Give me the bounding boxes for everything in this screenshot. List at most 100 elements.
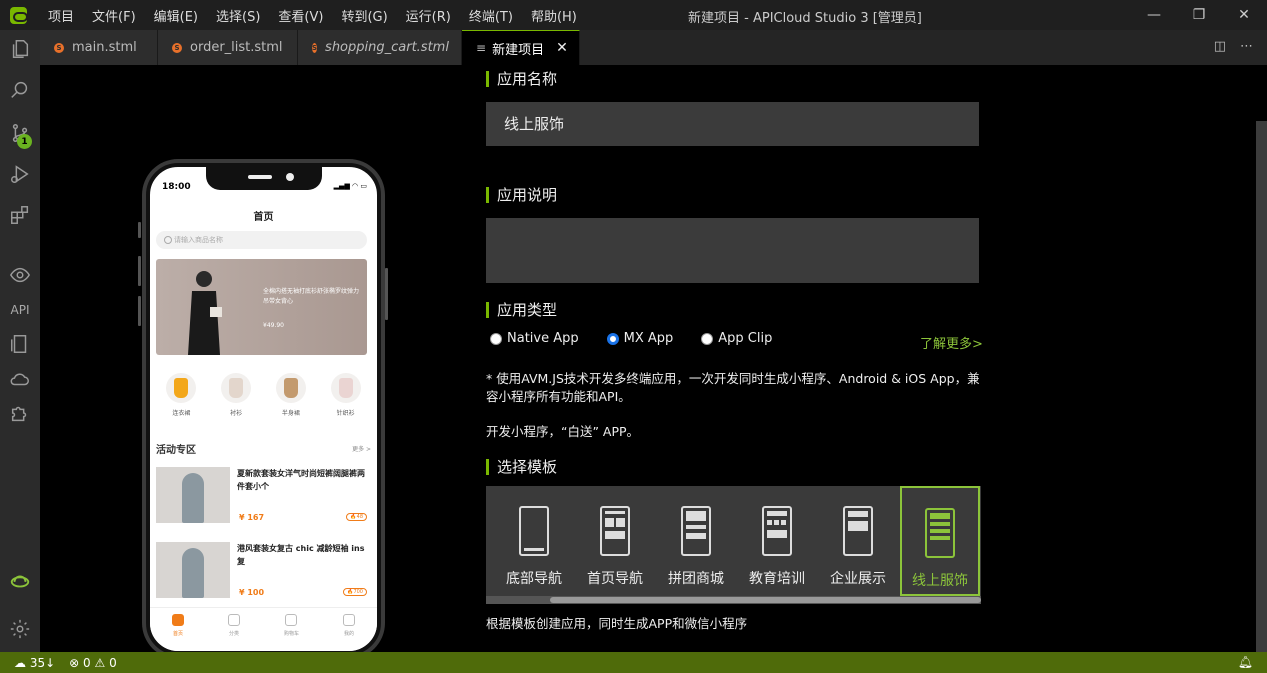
scrollbar-thumb[interactable] [550, 597, 981, 603]
user-icon [342, 614, 355, 626]
menu-project[interactable]: 项目 [39, 6, 83, 25]
banner-text: 全棉内搭无袖打底衫舒张椭罗纹弹力吊带女背心 [263, 288, 360, 305]
close-window-button[interactable]: ✕ [1221, 0, 1267, 30]
template-education-icon [762, 506, 792, 556]
template-note: 根据模板创建应用，同时生成APP和微信小程序 [486, 616, 748, 631]
api-icon[interactable]: API [0, 293, 40, 327]
app-name-label: 应用名称 [486, 71, 557, 87]
product-tag: 🔥700 [343, 588, 367, 596]
app-desc-textarea[interactable] [486, 218, 979, 283]
radio-app-clip[interactable]: App Clip [701, 331, 772, 346]
phone-product-item[interactable]: 夏新款套装女洋气时尚短裤阔腿裤两件套小个 ¥ 167 🔥48 [156, 467, 367, 531]
menu-help[interactable]: 帮助(H) [522, 6, 586, 25]
phone-volume-up [138, 256, 141, 286]
plugin-icon[interactable] [0, 396, 40, 430]
notifications-bell-icon[interactable]: 🔔︎ [1238, 655, 1253, 669]
documents-icon[interactable] [0, 327, 40, 361]
menu-run[interactable]: 运行(R) [397, 6, 460, 25]
minimize-button[interactable]: — [1131, 0, 1177, 30]
learn-more-link[interactable]: 了解更多> [920, 333, 983, 352]
template-group-buy[interactable]: 拼团商城 [656, 486, 736, 596]
category-item[interactable]: 针织衫 [324, 373, 368, 417]
preview-icon: ≡ [476, 41, 487, 55]
tab-new-project[interactable]: ≡ 新建项目 ✕ [462, 30, 580, 65]
radio-native-app[interactable]: Native App [490, 331, 579, 346]
phone-status-icons: ▂▄▆ ◠ ▭ [333, 182, 367, 190]
tab-order-list-stml[interactable]: S order_list.stml [158, 30, 298, 65]
sync-status[interactable]: ☁ 35↓ [14, 656, 55, 670]
restore-button[interactable]: ❐ [1176, 0, 1222, 30]
settings-gear-icon[interactable] [0, 612, 40, 646]
product-price: ¥ 100 [239, 588, 265, 597]
category-item[interactable]: 半身裙 [269, 373, 313, 417]
source-control-icon[interactable]: 1 [0, 116, 40, 150]
template-horizontal-scrollbar[interactable] [486, 596, 981, 604]
template-enterprise-icon [843, 506, 873, 556]
menu-file[interactable]: 文件(F) [83, 6, 145, 25]
split-editor-icon[interactable]: ◫ [1214, 39, 1226, 54]
phone-tab-home[interactable]: 首页 [171, 614, 184, 651]
grid-icon [227, 614, 240, 626]
product-title: 港风套装女复古 chic 减龄短袖 ins复 [237, 544, 365, 566]
explorer-icon[interactable] [0, 32, 40, 66]
app-type-note: * 使用AVM.JS技术开发多终端应用，一次开发同时生成小程序、Android … [486, 371, 980, 404]
source-control-badge: 1 [17, 134, 32, 149]
app-desc-label: 应用说明 [486, 187, 557, 203]
preview-eye-icon[interactable] [0, 258, 40, 292]
cloud-icon[interactable] [0, 362, 40, 396]
menu-view[interactable]: 查看(V) [269, 6, 332, 25]
template-home-nav[interactable]: 首页导航 [575, 486, 655, 596]
phone-tab-cart[interactable]: 购物车 [284, 614, 299, 651]
menu-edit[interactable]: 编辑(E) [145, 6, 207, 25]
product-tag: 🔥48 [346, 513, 367, 521]
stml-file-icon: S [172, 42, 182, 53]
extensions-icon[interactable] [0, 198, 40, 232]
phone-page-title: 首页 [253, 212, 274, 223]
apicloud-account-icon[interactable] [0, 564, 40, 598]
phone-section-more[interactable]: 更多 > [352, 444, 371, 453]
editor-actions: ◫ ⋯ [1214, 39, 1253, 54]
tab-main-stml[interactable]: S main.stml [40, 30, 158, 65]
phone-categories: 连衣裙 衬衫 半身裙 针织衫 [150, 373, 377, 417]
product-title: 夏新款套装女洋气时尚短裤阔腿裤两件套小个 [237, 469, 365, 491]
template-online-apparel-icon [925, 508, 955, 558]
stml-file-icon: S [54, 42, 64, 53]
phone-tab-me[interactable]: 我的 [342, 614, 355, 651]
editor-vertical-scrollbar[interactable] [1256, 121, 1267, 652]
template-online-apparel[interactable]: 线上服饰 [900, 486, 980, 596]
app-type-note-2: 开发小程序，“白送” APP。 [486, 424, 640, 439]
phone-product-item[interactable]: 港风套装女复古 chic 减龄短袖 ins复 ¥ 100 🔥700 [156, 542, 367, 606]
home-icon [171, 614, 184, 626]
template-bottom-nav-icon [519, 506, 549, 556]
template-bottom-nav[interactable]: 底部导航 [494, 486, 574, 596]
template-enterprise[interactable]: 企业展示 [818, 486, 898, 596]
apicloud-logo-icon [10, 6, 28, 24]
tab-shopping-cart-stml[interactable]: S shopping_cart.stml [298, 30, 462, 65]
window-title: 新建项目 - APICloud Studio 3 [管理员] [688, 11, 922, 26]
template-group-buy-icon [681, 506, 711, 556]
category-item[interactable]: 连衣裙 [159, 373, 203, 417]
menu-go[interactable]: 转到(G) [332, 6, 396, 25]
template-education[interactable]: 教育培训 [737, 486, 817, 596]
run-debug-icon[interactable] [0, 157, 40, 191]
problems-status[interactable]: ⊗ 0 ⚠ 0 [69, 656, 117, 670]
more-actions-icon[interactable]: ⋯ [1240, 39, 1253, 54]
phone-search-input[interactable]: 请输入商品名称 [156, 231, 367, 249]
stml-file-icon: S [312, 42, 318, 53]
category-item[interactable]: 衬衫 [214, 373, 258, 417]
title-bar: 项目 文件(F) 编辑(E) 选择(S) 查看(V) 转到(G) 运行(R) 终… [0, 0, 1267, 30]
app-name-input[interactable]: 线上服饰 [486, 102, 979, 146]
menu-selection[interactable]: 选择(S) [207, 6, 269, 25]
radio-mx-app[interactable]: MX App [606, 331, 673, 346]
search-icon[interactable] [0, 73, 40, 107]
app-type-radio-group: Native App MX App App Clip [490, 331, 800, 346]
close-tab-icon[interactable]: ✕ [556, 40, 568, 56]
phone-mute-switch [138, 222, 141, 238]
phone-tab-category[interactable]: 分类 [227, 614, 240, 651]
product-image [156, 467, 230, 523]
template-label: 选择模板 [486, 459, 557, 475]
phone-banner[interactable]: 全棉内搭无袖打底衫舒张椭罗纹弹力吊带女背心 ¥49.90 [156, 259, 367, 355]
menu-terminal[interactable]: 终端(T) [460, 6, 522, 25]
app-type-label: 应用类型 [486, 302, 557, 318]
product-price: ¥ 167 [239, 513, 265, 522]
